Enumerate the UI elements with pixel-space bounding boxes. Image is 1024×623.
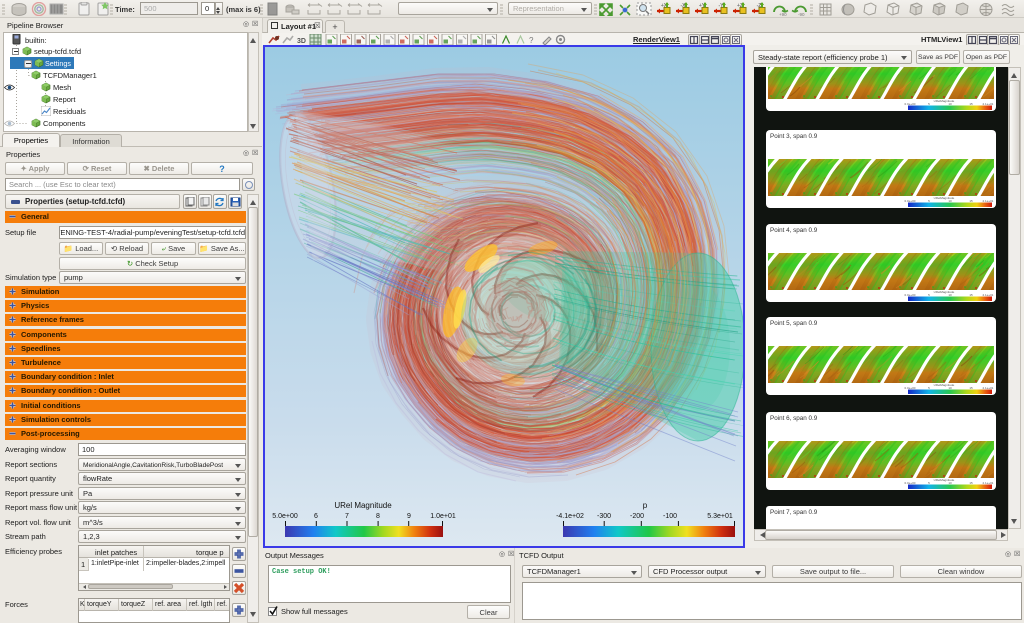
svg-text:-300: -300 xyxy=(597,513,611,520)
svg-text:?: ? xyxy=(529,36,534,45)
svg-text:5: 5 xyxy=(928,293,930,297)
svg-text:15: 15 xyxy=(969,293,973,297)
svg-text:15: 15 xyxy=(969,481,973,485)
svg-text:5.0e+00: 5.0e+00 xyxy=(272,513,298,520)
svg-text:5: 5 xyxy=(928,481,930,485)
svg-text:-100: -100 xyxy=(663,513,677,520)
svg-text:10: 10 xyxy=(948,481,952,485)
svg-text:5: 5 xyxy=(928,386,930,390)
svg-text:0.0e+00: 0.0e+00 xyxy=(905,102,916,106)
svg-text:p: p xyxy=(643,501,648,510)
svg-text:1.0e+01: 1.0e+01 xyxy=(430,513,456,520)
svg-text:6: 6 xyxy=(314,513,318,520)
svg-text:2.1e+01: 2.1e+01 xyxy=(983,199,994,203)
svg-text:10: 10 xyxy=(948,199,952,203)
svg-text:3D: 3D xyxy=(297,38,306,45)
svg-text:-200: -200 xyxy=(630,513,644,520)
svg-text:0.0e+00: 0.0e+00 xyxy=(905,199,916,203)
svg-text:0.0e+00: 0.0e+00 xyxy=(905,386,916,390)
svg-text:URel Magnitude: URel Magnitude xyxy=(334,501,392,510)
svg-text:5: 5 xyxy=(928,102,930,106)
svg-text:15: 15 xyxy=(969,199,973,203)
svg-text:2.1e+01: 2.1e+01 xyxy=(983,293,994,297)
svg-text:2.1e+01: 2.1e+01 xyxy=(983,102,994,106)
svg-text:0.0e+00: 0.0e+00 xyxy=(905,293,916,297)
svg-text:9: 9 xyxy=(407,513,411,520)
svg-text:7: 7 xyxy=(345,513,349,520)
svg-text:5: 5 xyxy=(928,199,930,203)
svg-text:15: 15 xyxy=(969,386,973,390)
svg-text:2.1e+01: 2.1e+01 xyxy=(983,481,994,485)
svg-text:-90: -90 xyxy=(798,12,805,16)
svg-text:5.3e+01: 5.3e+01 xyxy=(707,513,733,520)
svg-text:10: 10 xyxy=(948,102,952,106)
svg-text:-4.1e+02: -4.1e+02 xyxy=(556,513,584,520)
svg-text:15: 15 xyxy=(969,102,973,106)
svg-text:10: 10 xyxy=(948,386,952,390)
svg-text:8: 8 xyxy=(376,513,380,520)
svg-text:+90: +90 xyxy=(779,12,787,16)
svg-text:10: 10 xyxy=(948,293,952,297)
svg-text:0.0e+00: 0.0e+00 xyxy=(905,481,916,485)
svg-text:2.1e+01: 2.1e+01 xyxy=(983,386,994,390)
